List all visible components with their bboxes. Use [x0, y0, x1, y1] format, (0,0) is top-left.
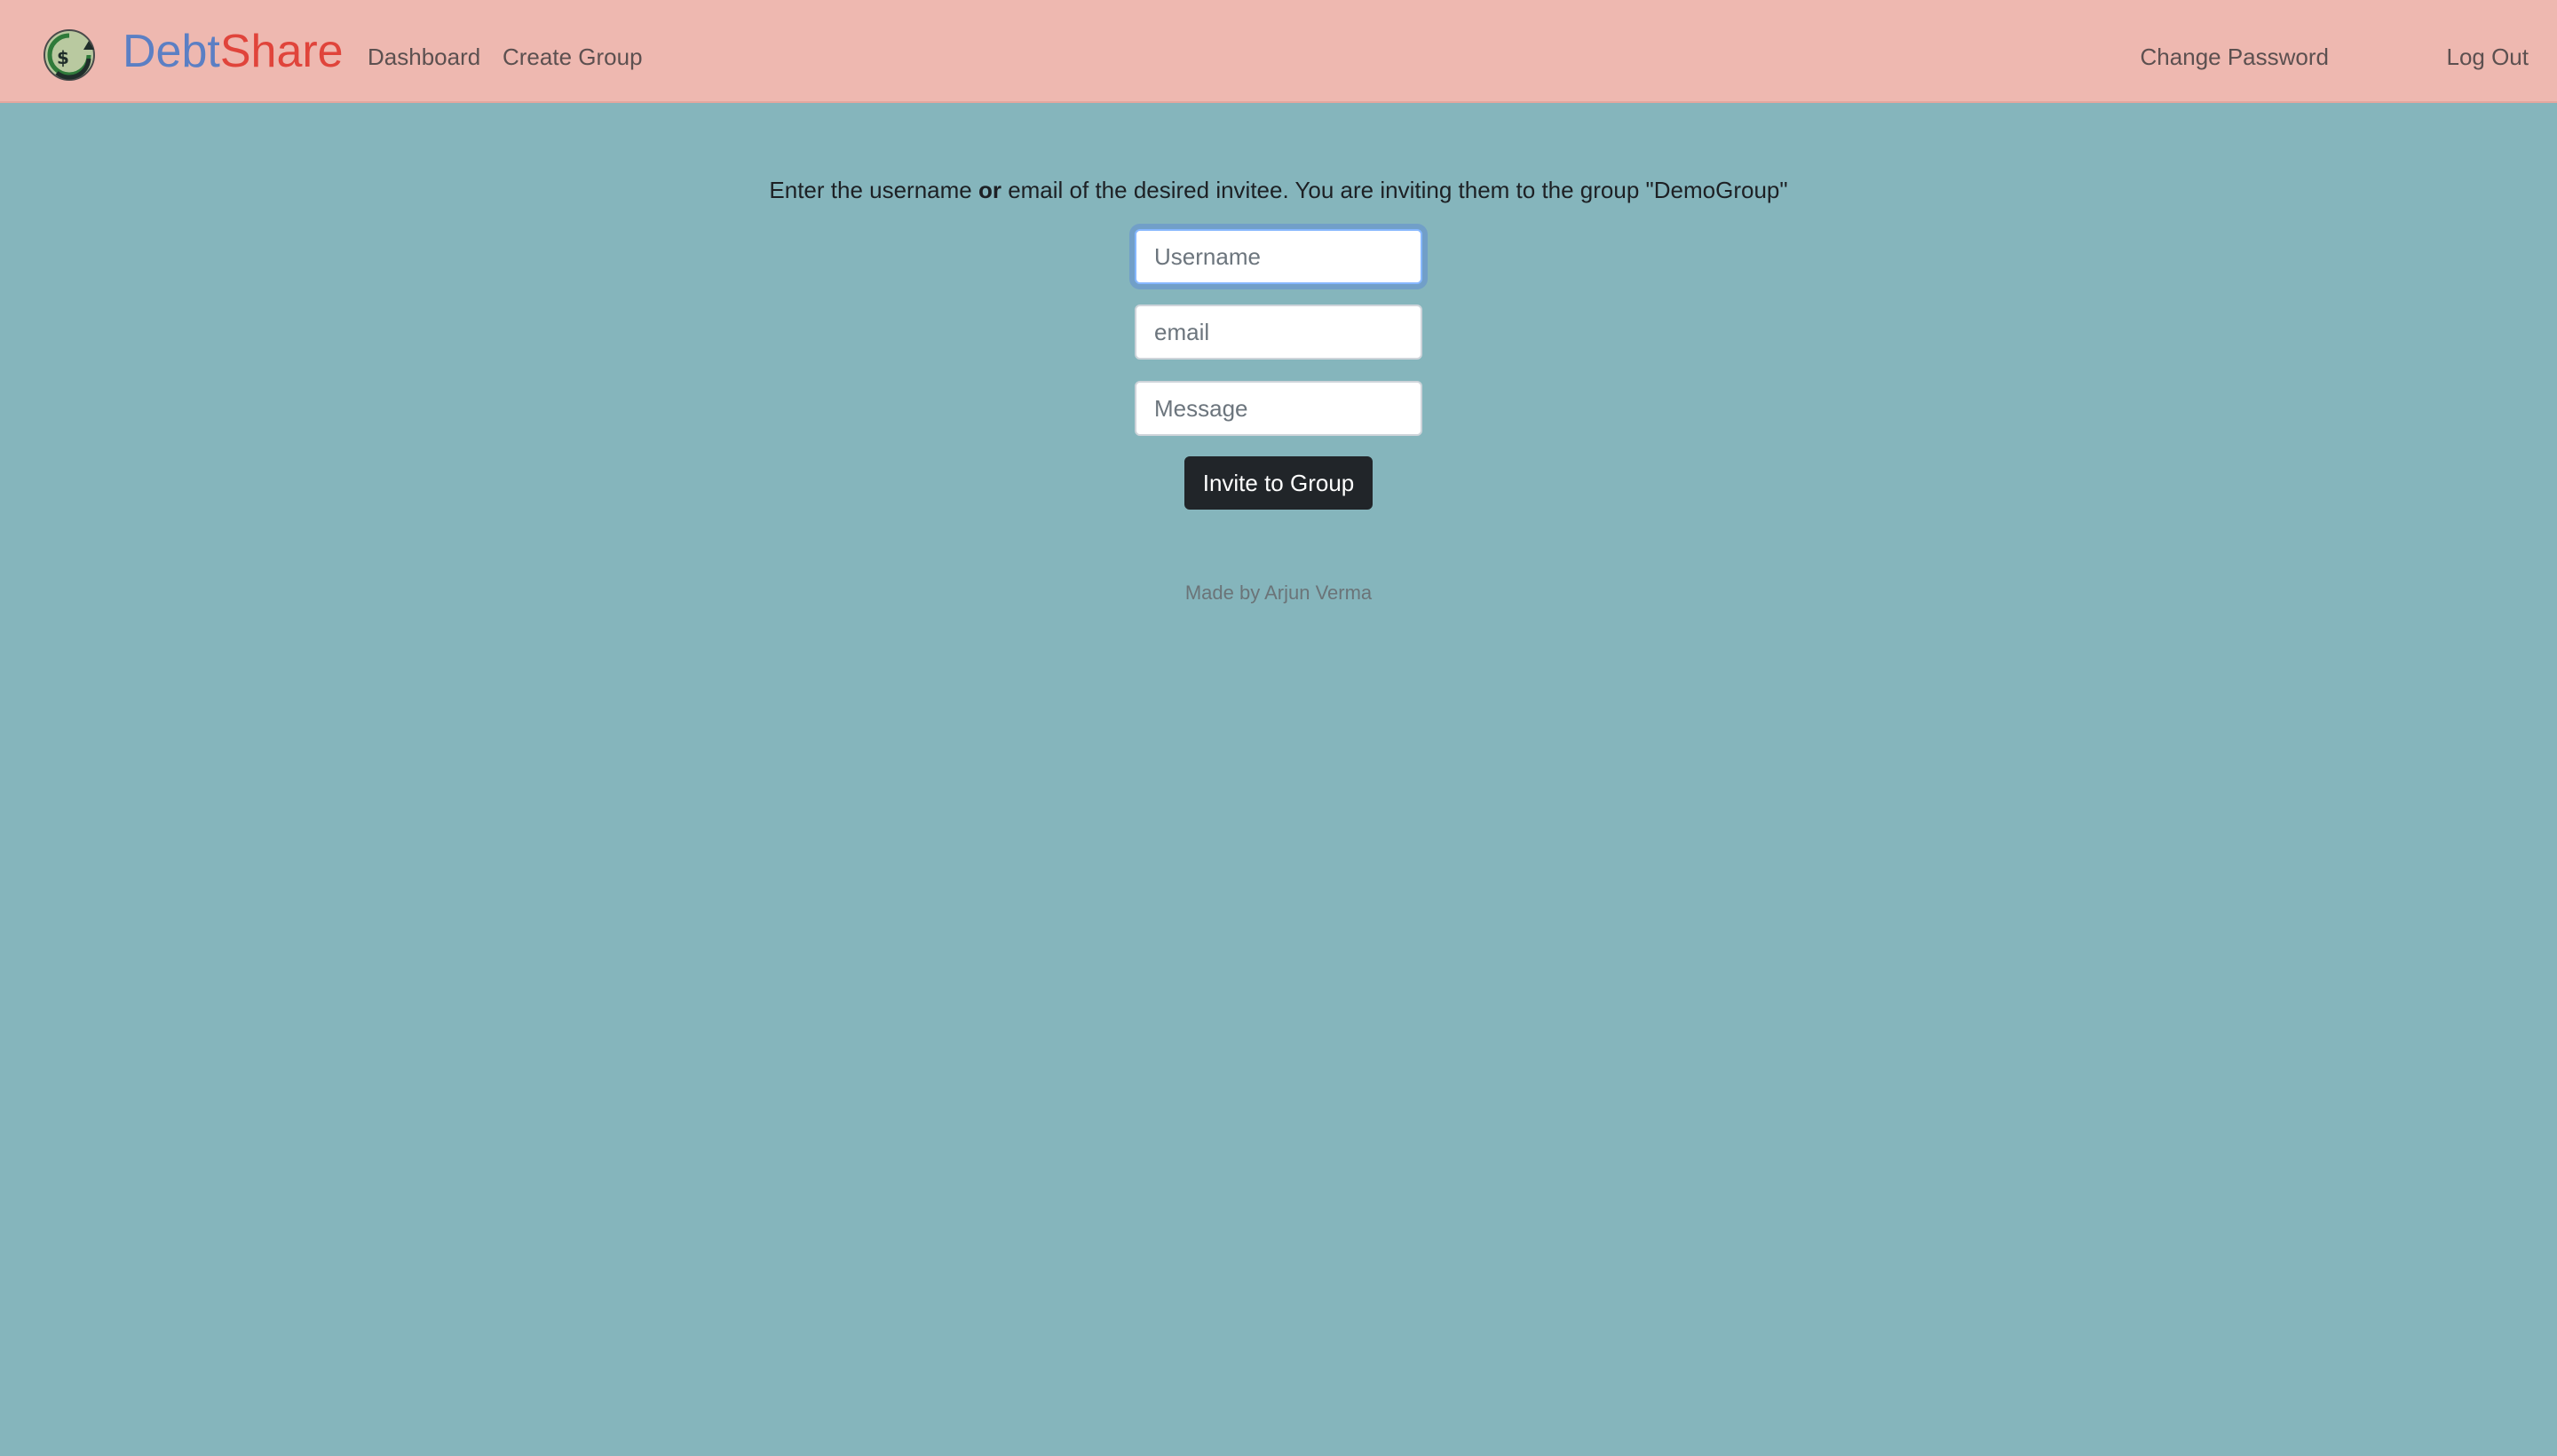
message-input[interactable]	[1135, 381, 1422, 436]
username-input[interactable]	[1135, 229, 1422, 284]
nav-create-group-link[interactable]: Create Group	[503, 39, 643, 75]
nav-dashboard-link[interactable]: Dashboard	[368, 39, 480, 75]
dollar-refresh-icon[interactable]: $	[43, 28, 96, 82]
brand-debt-text: Debt	[123, 26, 220, 77]
invite-instructions: Enter the username or email of the desir…	[0, 172, 2557, 208]
nav-change-password-link[interactable]: Change Password	[2141, 39, 2329, 75]
navbar: $ DebtShare Dashboard Create Group Chang…	[0, 0, 2557, 103]
invite-to-group-button[interactable]: Invite to Group	[1184, 456, 1373, 510]
footer-credit: Made by Arjun Verma	[1184, 582, 1373, 604]
instruction-text-start: Enter the username	[769, 177, 978, 203]
instruction-text-bold: or	[978, 177, 1001, 203]
brand-share-text: Share	[219, 26, 344, 77]
brand-link[interactable]: DebtShare	[123, 21, 344, 82]
instruction-text-end: email of the desired invitee. You are in…	[1001, 177, 1788, 203]
nav-log-out-link[interactable]: Log Out	[2446, 39, 2529, 75]
svg-text:$: $	[57, 47, 69, 68]
email-input[interactable]	[1135, 305, 1422, 360]
